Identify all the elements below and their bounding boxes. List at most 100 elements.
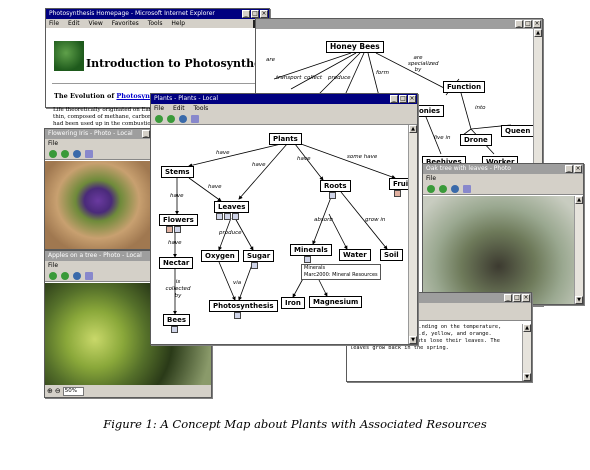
roots-resources[interactable]	[329, 192, 336, 199]
fruit-resources[interactable]	[394, 190, 401, 197]
edge-form: form	[376, 70, 389, 76]
flower-menubar: File	[45, 139, 151, 148]
node-function[interactable]: Function	[443, 81, 486, 93]
close-button[interactable]: ×	[522, 294, 530, 302]
forward-icon[interactable]	[61, 271, 69, 280]
flower-toolbar	[45, 148, 151, 160]
node-leaves[interactable]: Leaves	[214, 201, 250, 213]
resource-icon[interactable]	[224, 213, 231, 220]
menu-file[interactable]: File	[48, 140, 58, 147]
minimize-button[interactable]: _	[565, 165, 573, 173]
scroll-down-arrow[interactable]: ▼	[575, 296, 583, 304]
node-iron[interactable]: Iron	[281, 297, 305, 309]
resource-icon[interactable]	[166, 226, 173, 233]
tree-toolbar	[423, 183, 583, 195]
node-magnesium[interactable]: Magnesium	[309, 296, 363, 308]
node-drone[interactable]: Drone	[460, 134, 492, 146]
menu-favorites[interactable]: Favorites	[112, 20, 139, 27]
popup-item[interactable]: Marc2000: Mineral Resources	[304, 272, 378, 279]
node-roots[interactable]: Roots	[320, 180, 351, 192]
minimize-button[interactable]: _	[242, 10, 250, 18]
menu-edit[interactable]: Edit	[68, 20, 80, 27]
flowers-resources[interactable]	[166, 226, 181, 233]
leaves-resources[interactable]	[216, 213, 239, 220]
resource-icon[interactable]	[329, 192, 336, 199]
resource-icon[interactable]	[394, 190, 401, 197]
edge-have-leaves: have	[252, 162, 266, 168]
apples-title: Apples on a tree - Photo - Local	[48, 252, 142, 259]
node-water[interactable]: Water	[339, 249, 371, 261]
page-heading: Introduction to Photosynthesis	[86, 57, 270, 70]
subheading-text: The Evolution of	[54, 92, 115, 100]
resource-icon[interactable]	[216, 213, 223, 220]
resource-icon[interactable]	[234, 312, 241, 319]
node-nectar[interactable]: Nectar	[159, 257, 194, 269]
plants-vscroll[interactable]: ▲ ▼	[408, 125, 417, 344]
refresh-icon[interactable]	[73, 149, 81, 158]
refresh-icon[interactable]	[73, 271, 81, 280]
menu-tools[interactable]: Tools	[148, 20, 163, 27]
close-button[interactable]: ×	[574, 165, 582, 173]
node-plants[interactable]: Plants	[269, 133, 302, 145]
photosynthesis-resources[interactable]	[234, 312, 241, 319]
menu-file[interactable]: File	[426, 175, 436, 182]
menu-file[interactable]: File	[48, 262, 58, 269]
node-oxygen[interactable]: Oxygen	[201, 250, 239, 262]
bees-resources[interactable]	[171, 326, 178, 333]
resource-icon[interactable]	[85, 149, 93, 158]
scroll-up-arrow[interactable]: ▲	[409, 125, 417, 133]
scroll-down-arrow[interactable]: ▼	[523, 373, 531, 381]
browser-titlebar[interactable]: Photosynthesis Homepage - Microsoft Inte…	[46, 9, 269, 19]
edge-have-stems: have	[216, 150, 230, 156]
back-icon[interactable]	[49, 149, 57, 158]
minerals-resources[interactable]	[304, 256, 311, 263]
forward-icon[interactable]	[439, 184, 447, 193]
close-button[interactable]: ×	[260, 10, 268, 18]
maximize-button[interactable]: □	[513, 294, 521, 302]
refresh-icon[interactable]	[451, 184, 459, 193]
menu-help[interactable]: Help	[171, 20, 185, 27]
scroll-up-arrow[interactable]: ▲	[523, 324, 531, 332]
node-flowers[interactable]: Flowers	[159, 214, 198, 226]
resource-icon[interactable]	[304, 256, 311, 263]
tree-titlebar[interactable]: Oak tree with leaves - Photo _ ×	[423, 164, 583, 174]
resource-icon[interactable]	[85, 271, 93, 280]
scroll-up-arrow[interactable]: ▲	[575, 196, 583, 204]
forward-icon[interactable]	[61, 149, 69, 158]
node-sugar[interactable]: Sugar	[243, 250, 275, 262]
resource-icon[interactable]	[251, 262, 258, 269]
edge-have-leaves-2: have	[208, 184, 222, 190]
node-minerals[interactable]: Minerals	[290, 244, 332, 256]
menu-file[interactable]: File	[49, 20, 59, 27]
edge-specialized: are specialized by	[408, 55, 439, 73]
node-bees[interactable]: Bees	[163, 314, 190, 326]
resource-icon[interactable]	[174, 226, 181, 233]
maximize-button[interactable]: □	[251, 10, 259, 18]
resource-icon[interactable]	[463, 184, 471, 193]
back-icon[interactable]	[427, 184, 435, 193]
node-queen[interactable]: Queen	[501, 125, 535, 137]
edge-have-nectar: have	[168, 240, 182, 246]
node-photosynthesis[interactable]: Photosynthesis	[209, 300, 278, 312]
minimize-button[interactable]: _	[142, 130, 150, 138]
minimize-button[interactable]: _	[504, 294, 512, 302]
back-icon[interactable]	[49, 271, 57, 280]
zoom-in-icon[interactable]: ⊕	[47, 387, 53, 395]
scroll-down-arrow[interactable]: ▼	[409, 336, 417, 344]
resource-icon[interactable]	[171, 326, 178, 333]
edge-into: into	[475, 105, 486, 111]
minerals-resource-popup[interactable]: Minerals Marc2000: Mineral Resources	[301, 264, 381, 280]
edge-are: are	[266, 57, 276, 63]
node-stems[interactable]: Stems	[161, 166, 194, 178]
zoom-select[interactable]: 50%	[62, 386, 84, 396]
node-honey-bees[interactable]: Honey Bees	[326, 41, 384, 53]
menu-view[interactable]: View	[89, 20, 103, 27]
text-vscroll[interactable]: ▲ ▼	[522, 324, 531, 381]
scroll-up-arrow[interactable]: ▲	[534, 29, 542, 37]
sugar-resources[interactable]	[251, 262, 258, 269]
tree-vscroll[interactable]: ▲ ▼	[574, 196, 583, 304]
node-soil[interactable]: Soil	[380, 249, 403, 261]
flower-titlebar[interactable]: Flowering Iris - Photo - Local _	[45, 129, 151, 139]
resource-icon[interactable]	[232, 213, 239, 220]
zoom-out-icon[interactable]: ⊖	[55, 387, 61, 395]
